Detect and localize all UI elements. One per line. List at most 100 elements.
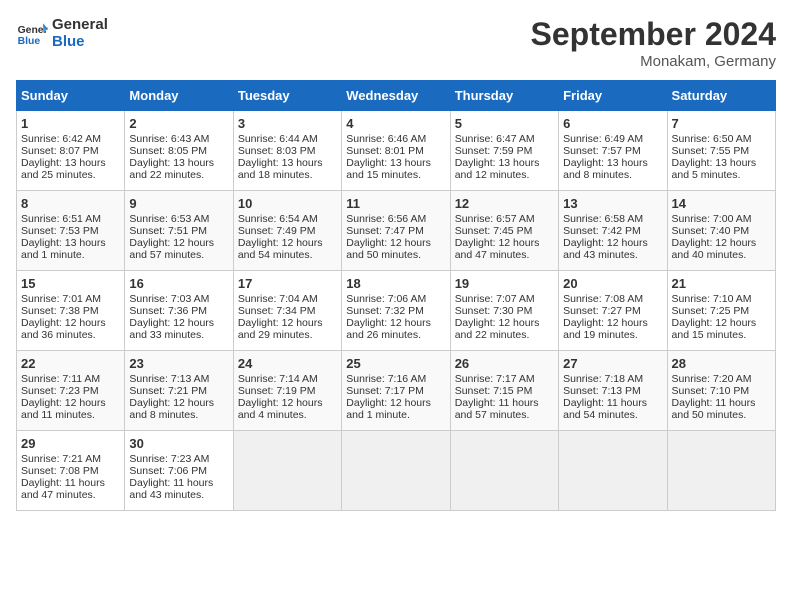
- day-number: 8: [21, 196, 120, 211]
- calendar-cell: 6Sunrise: 6:49 AMSunset: 7:57 PMDaylight…: [559, 111, 667, 191]
- daylight-label: Daylight: 12 hours: [346, 397, 445, 409]
- daylight-value: and 4 minutes.: [238, 409, 337, 421]
- week-row-1: 1Sunrise: 6:42 AMSunset: 8:07 PMDaylight…: [17, 111, 776, 191]
- daylight-label: Daylight: 11 hours: [21, 477, 120, 489]
- calendar-cell: 7Sunrise: 6:50 AMSunset: 7:55 PMDaylight…: [667, 111, 775, 191]
- daylight-label: Daylight: 12 hours: [238, 317, 337, 329]
- daylight-label: Daylight: 13 hours: [21, 157, 120, 169]
- day-number: 5: [455, 116, 554, 131]
- daylight-value: and 47 minutes.: [21, 489, 120, 501]
- calendar-cell: 23Sunrise: 7:13 AMSunset: 7:21 PMDayligh…: [125, 351, 233, 431]
- calendar-cell: 20Sunrise: 7:08 AMSunset: 7:27 PMDayligh…: [559, 271, 667, 351]
- day-number: 29: [21, 436, 120, 451]
- calendar-cell: 29 Sunrise: 7:21 AMSunset: 7:08 PMDayligh…: [17, 431, 125, 511]
- calendar-cell: 18Sunrise: 7:06 AMSunset: 7:32 PMDayligh…: [342, 271, 450, 351]
- calendar-cell: 27Sunrise: 7:18 AMSunset: 7:13 PMDayligh…: [559, 351, 667, 431]
- day-number: 19: [455, 276, 554, 291]
- sunrise-time: Sunrise: 7:08 AM: [563, 293, 662, 305]
- sunrise-time: Sunrise: 7:11 AM: [21, 373, 120, 385]
- sunset-time: Sunset: 7:25 PM: [672, 305, 771, 317]
- sunset-time: Sunset: 8:07 PM: [21, 145, 120, 157]
- sunset-time: Sunset: 7:19 PM: [238, 385, 337, 397]
- title-block: September 2024 Monakam, Germany: [531, 16, 776, 70]
- daylight-label: Daylight: 12 hours: [129, 237, 228, 249]
- daylight-value: and 43 minutes.: [129, 489, 228, 501]
- day-number: 11: [346, 196, 445, 211]
- calendar-cell: 10 Sunrise: 6:54 AMSunset: 7:49 PMDayligh…: [233, 191, 341, 271]
- sunrise-time: Sunrise: 6:57 AM: [455, 213, 554, 225]
- day-number: 17: [238, 276, 337, 291]
- calendar-cell: [450, 431, 558, 511]
- sunset-time: Sunset: 7:42 PM: [563, 225, 662, 237]
- days-header-row: SundayMondayTuesdayWednesdayThursdayFrid…: [17, 81, 776, 111]
- calendar-cell: [233, 431, 341, 511]
- month-title: September 2024: [531, 16, 776, 53]
- week-row-5: 29 Sunrise: 7:21 AMSunset: 7:08 PMDayligh…: [17, 431, 776, 511]
- sunrise-time: Sunrise: 6:54 AM: [238, 213, 337, 225]
- calendar-cell: 9Sunrise: 6:53 AMSunset: 7:51 PMDaylight…: [125, 191, 233, 271]
- sunrise-time: Sunrise: 7:13 AM: [129, 373, 228, 385]
- daylight-label: Daylight: 11 hours: [455, 397, 554, 409]
- daylight-value: and 11 minutes.: [21, 409, 120, 421]
- sunrise-time: Sunrise: 6:46 AM: [346, 133, 445, 145]
- day-header-monday: Monday: [125, 81, 233, 111]
- calendar-cell: 17Sunrise: 7:04 AMSunset: 7:34 PMDayligh…: [233, 271, 341, 351]
- daylight-value: and 19 minutes.: [563, 329, 662, 341]
- daylight-label: Daylight: 12 hours: [238, 237, 337, 249]
- daylight-label: Daylight: 13 hours: [21, 237, 120, 249]
- calendar-cell: 14Sunrise: 7:00 AMSunset: 7:40 PMDayligh…: [667, 191, 775, 271]
- day-header-saturday: Saturday: [667, 81, 775, 111]
- calendar-cell: 12Sunrise: 6:57 AMSunset: 7:45 PMDayligh…: [450, 191, 558, 271]
- calendar-cell: 11Sunrise: 6:56 AMSunset: 7:47 PMDayligh…: [342, 191, 450, 271]
- daylight-value: and 22 minutes.: [129, 169, 228, 181]
- calendar-cell: 30Sunrise: 7:23 AMSunset: 7:06 PMDayligh…: [125, 431, 233, 511]
- sunrise-time: Sunrise: 7:00 AM: [672, 213, 771, 225]
- daylight-label: Daylight: 11 hours: [563, 397, 662, 409]
- sunrise-time: Sunrise: 6:49 AM: [563, 133, 662, 145]
- day-number: 12: [455, 196, 554, 211]
- day-header-friday: Friday: [559, 81, 667, 111]
- day-number: 24: [238, 356, 337, 371]
- calendar-cell: [559, 431, 667, 511]
- day-number: 9: [129, 196, 228, 211]
- daylight-value: and 36 minutes.: [21, 329, 120, 341]
- daylight-value: and 43 minutes.: [563, 249, 662, 261]
- sunset-time: Sunset: 7:51 PM: [129, 225, 228, 237]
- daylight-value: and 47 minutes.: [455, 249, 554, 261]
- day-number: 10: [238, 196, 337, 211]
- daylight-value: and 15 minutes.: [346, 169, 445, 181]
- sunset-time: Sunset: 7:30 PM: [455, 305, 554, 317]
- sunset-time: Sunset: 7:49 PM: [238, 225, 337, 237]
- week-row-3: 15Sunrise: 7:01 AMSunset: 7:38 PMDayligh…: [17, 271, 776, 351]
- sunset-time: Sunset: 7:08 PM: [21, 465, 120, 477]
- sunrise-time: Sunrise: 6:58 AM: [563, 213, 662, 225]
- day-number: 13: [563, 196, 662, 211]
- day-number: 22: [21, 356, 120, 371]
- calendar-cell: 8Sunrise: 6:51 AMSunset: 7:53 PMDaylight…: [17, 191, 125, 271]
- sunrise-time: Sunrise: 7:17 AM: [455, 373, 554, 385]
- daylight-label: Daylight: 13 hours: [238, 157, 337, 169]
- daylight-value: and 12 minutes.: [455, 169, 554, 181]
- logo-text-blue: Blue: [52, 33, 108, 50]
- daylight-value: and 5 minutes.: [672, 169, 771, 181]
- sunrise-time: Sunrise: 6:43 AM: [129, 133, 228, 145]
- daylight-value: and 25 minutes.: [21, 169, 120, 181]
- sunrise-time: Sunrise: 7:21 AM: [21, 453, 120, 465]
- sunset-time: Sunset: 7:57 PM: [563, 145, 662, 157]
- daylight-value: and 57 minutes.: [455, 409, 554, 421]
- sunset-time: Sunset: 8:05 PM: [129, 145, 228, 157]
- sunset-time: Sunset: 7:36 PM: [129, 305, 228, 317]
- daylight-value: and 29 minutes.: [238, 329, 337, 341]
- sunset-time: Sunset: 8:03 PM: [238, 145, 337, 157]
- day-number: 23: [129, 356, 228, 371]
- sunrise-time: Sunrise: 7:16 AM: [346, 373, 445, 385]
- week-row-2: 8Sunrise: 6:51 AMSunset: 7:53 PMDaylight…: [17, 191, 776, 271]
- daylight-label: Daylight: 12 hours: [346, 237, 445, 249]
- sunset-time: Sunset: 7:32 PM: [346, 305, 445, 317]
- daylight-label: Daylight: 13 hours: [455, 157, 554, 169]
- sunrise-time: Sunrise: 7:23 AM: [129, 453, 228, 465]
- sunset-time: Sunset: 7:23 PM: [21, 385, 120, 397]
- daylight-label: Daylight: 12 hours: [129, 397, 228, 409]
- day-number: 7: [672, 116, 771, 131]
- sunrise-time: Sunrise: 6:50 AM: [672, 133, 771, 145]
